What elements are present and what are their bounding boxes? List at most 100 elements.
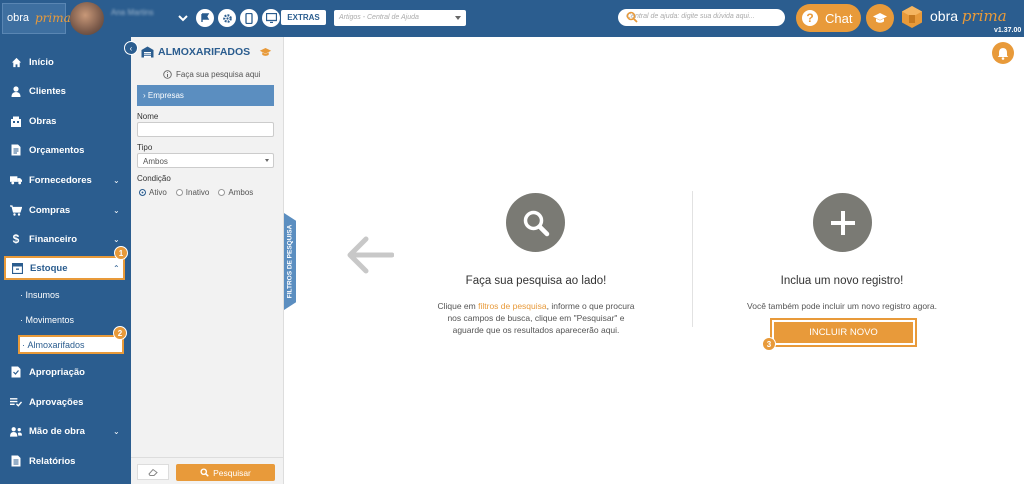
arrow-left-icon xyxy=(344,235,395,278)
sidebar-item-financeiro[interactable]: $ Financeiro ⌄ xyxy=(0,227,131,251)
sidebar-item-orcamentos[interactable]: Orçamentos xyxy=(0,138,131,162)
sidebar-item-estoque[interactable]: Estoque ⌃ xyxy=(4,256,125,280)
sidebar-item-label: Estoque xyxy=(30,262,68,274)
nome-input[interactable] xyxy=(137,122,274,137)
sidebar-subitem-label: Insumos xyxy=(25,290,60,300)
report-icon xyxy=(10,455,22,467)
help-articles-select[interactable]: Artigos - Central de Ajuda xyxy=(334,10,466,26)
extras-button[interactable]: EXTRAS xyxy=(281,10,326,25)
filter-panel: ALMOXARIFADOS Faça sua pesquisa aqui › E… xyxy=(131,37,284,484)
step-badge: 2 xyxy=(113,326,127,340)
radio-label: Ativo xyxy=(149,188,167,197)
radio-ativo[interactable]: Ativo xyxy=(139,188,167,197)
sidebar-item-apropriacao[interactable]: Apropriação xyxy=(0,360,131,384)
search-description: Clique em filtros de pesquisa, informe o… xyxy=(436,300,636,336)
chevron-down-icon[interactable] xyxy=(174,9,192,27)
chevron-down-icon: ⌄ xyxy=(113,205,120,215)
info-icon xyxy=(163,70,172,79)
sidebar-item-fornecedores[interactable]: Fornecedores ⌄ xyxy=(0,168,131,192)
help-articles-placeholder: Artigos - Central de Ajuda xyxy=(339,14,419,21)
new-record-description: Você também pode incluir um novo registr… xyxy=(747,301,937,311)
box-icon xyxy=(11,262,23,274)
company-logo[interactable]: obra prima xyxy=(2,3,71,34)
radio-ambos[interactable]: Ambos xyxy=(218,188,253,197)
sidebar-item-label: Aprovações xyxy=(29,396,84,408)
chat-button[interactable]: ? Chat xyxy=(796,4,861,32)
chevron-down-icon: ⌄ xyxy=(113,234,120,244)
filtros-link[interactable]: filtros de pesquisa xyxy=(478,301,547,311)
nome-label: Nome xyxy=(137,112,159,121)
sidebar-item-inicio[interactable]: Início xyxy=(0,50,131,74)
sidebar-item-label: Financeiro xyxy=(29,233,78,245)
radio-label: Ambos xyxy=(228,188,254,197)
search-hint-text: Faça sua pesquisa aqui xyxy=(176,70,261,79)
main-content: Faça sua pesquisa ao lado! Clique em fil… xyxy=(296,37,1024,484)
bell-icon[interactable] xyxy=(992,42,1014,64)
sidebar-item-clientes[interactable]: Clientes xyxy=(0,79,131,103)
cart-icon xyxy=(10,204,22,216)
gear-icon[interactable] xyxy=(218,9,236,27)
search-hint: Faça sua pesquisa aqui xyxy=(163,70,261,79)
pesquisar-label: Pesquisar xyxy=(213,467,251,478)
sidebar-item-mao-de-obra[interactable]: Mão de obra ⌄ xyxy=(0,419,131,443)
sidebar-item-compras[interactable]: Compras ⌄ xyxy=(0,198,131,222)
sidebar-item-label: Início xyxy=(29,56,54,68)
chevron-up-icon: ⌃ xyxy=(113,263,120,273)
plus-circle-icon xyxy=(813,193,872,252)
chevron-down-icon: ⌄ xyxy=(113,426,120,436)
warehouse-icon xyxy=(141,46,154,58)
clear-filters-button[interactable] xyxy=(137,464,169,480)
incluir-novo-button[interactable]: INCLUIR NOVO xyxy=(770,318,917,347)
radio-dot xyxy=(175,189,183,196)
sidebar-item-aprovacoes[interactable]: Aprovações xyxy=(0,390,131,414)
flag-icon[interactable] xyxy=(196,9,214,27)
tipo-select[interactable]: Ambos xyxy=(137,153,274,168)
avatar[interactable] xyxy=(70,2,104,35)
brand-name: obra prima xyxy=(930,7,1007,25)
condicao-radio-group: Ativo Inativo Ambos xyxy=(139,188,253,197)
sidebar-item-label: Apropriação xyxy=(29,366,85,378)
graduation-cap-icon[interactable] xyxy=(866,4,894,32)
building-icon xyxy=(10,115,22,127)
filters-toggle-tab[interactable]: FILTROS DE PESQUISA xyxy=(284,213,296,310)
condicao-label: Condição xyxy=(137,174,171,183)
monitor-icon[interactable] xyxy=(262,9,280,27)
question-icon: ? xyxy=(802,10,818,26)
radio-dot-selected xyxy=(139,189,146,196)
sidebar-subitem-wrapper: · Almoxarifados xyxy=(0,335,131,354)
eraser-icon xyxy=(148,468,158,476)
empresas-label: Empresas xyxy=(147,91,184,100)
brand-logo-icon xyxy=(900,5,924,29)
dollar-icon: $ xyxy=(12,232,20,246)
divider xyxy=(692,191,693,327)
sidebar-item-label: Clientes xyxy=(29,85,66,97)
sidebar-subitem-movimentos[interactable]: · Movimentos xyxy=(20,315,74,325)
sidebar-item-label: Compras xyxy=(29,204,71,216)
empresas-accordion[interactable]: › Empresas xyxy=(137,85,274,106)
mobile-icon[interactable] xyxy=(240,9,258,27)
collapse-sidebar-button[interactable]: ‹ xyxy=(124,41,138,55)
new-record-title: Inclua um novo registro! xyxy=(780,275,904,287)
brand-name-script: prima xyxy=(961,7,1007,25)
sidebar-item-obras[interactable]: Obras xyxy=(0,109,131,133)
sidebar-subitem-label: Movimentos xyxy=(25,315,75,325)
version-label: v1.37.00 xyxy=(994,27,1022,34)
chevron-down-icon: ⌄ xyxy=(113,175,120,185)
search-icon xyxy=(200,468,209,477)
help-search-input[interactable]: Central de ajuda: digite sua dúvida aqui… xyxy=(618,9,785,26)
sidebar-item-label: Mão de obra xyxy=(29,425,85,437)
tipo-label: Tipo xyxy=(137,143,153,152)
filter-footer: Pesquisar xyxy=(131,457,284,484)
caret-down-icon xyxy=(265,159,269,162)
radio-label: Inativo xyxy=(185,188,210,197)
search-icon[interactable] xyxy=(626,11,779,25)
sidebar-subitem-almoxarifados[interactable]: · Almoxarifados xyxy=(18,335,124,354)
sidebar-item-relatorios[interactable]: Relatórios xyxy=(0,449,131,473)
user-icon xyxy=(10,85,22,97)
radio-inativo[interactable]: Inativo xyxy=(175,188,210,197)
sidebar-subitem-label: Almoxarifados xyxy=(27,339,85,350)
sidebar-item-label: Relatórios xyxy=(29,455,76,467)
graduation-cap-icon[interactable] xyxy=(259,47,272,60)
pesquisar-button[interactable]: Pesquisar xyxy=(176,464,275,481)
sidebar-subitem-insumos[interactable]: · Insumos xyxy=(20,290,60,300)
